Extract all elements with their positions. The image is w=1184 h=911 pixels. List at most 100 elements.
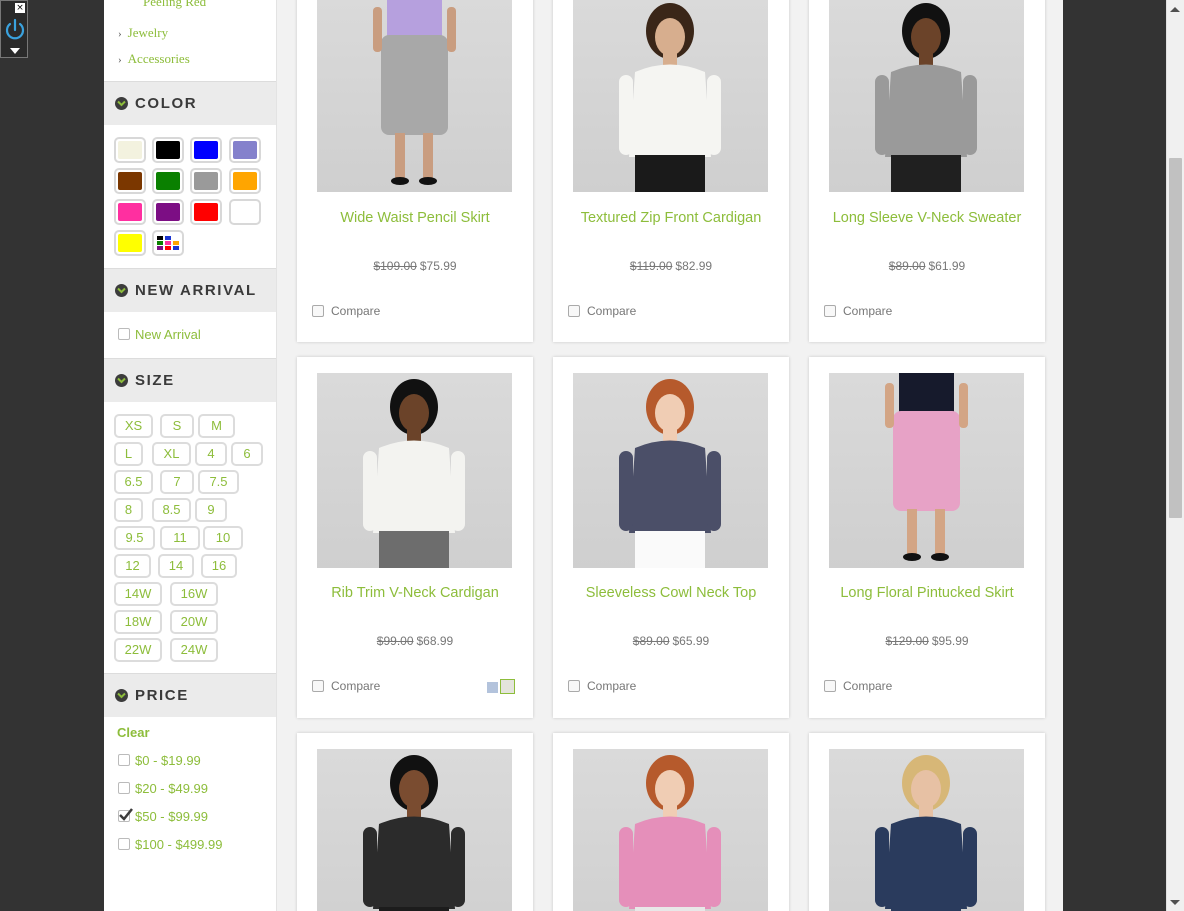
compare-label[interactable]: Compare bbox=[843, 304, 892, 318]
compare-checkbox[interactable] bbox=[312, 305, 324, 317]
color-swatch[interactable] bbox=[190, 137, 222, 163]
color-swatch[interactable] bbox=[229, 199, 261, 225]
product-name-link[interactable]: Long Floral Pintucked Skirt bbox=[809, 585, 1045, 601]
product-card[interactable]: Long Floral Pintucked Skirt $129.00 $95.99… bbox=[809, 357, 1045, 718]
price-checkbox[interactable] bbox=[118, 838, 130, 850]
color-swatch-multicolor[interactable] bbox=[152, 230, 184, 256]
product-color-swatch[interactable] bbox=[487, 682, 498, 693]
compare-checkbox[interactable] bbox=[568, 305, 580, 317]
product-card[interactable]: Long Sleeve V-Neck Sweater $89.00 $61.99 Co… bbox=[809, 0, 1045, 342]
product-name-link[interactable]: Wide Waist Pencil Skirt bbox=[297, 210, 533, 226]
product-card[interactable]: Sleeveless Cowl Neck Top $89.00 $65.99 Comp… bbox=[553, 357, 789, 718]
price-option-label[interactable]: $100 - $499.99 bbox=[135, 837, 222, 852]
product-image[interactable] bbox=[829, 373, 1024, 568]
product-image[interactable] bbox=[317, 749, 512, 911]
scroll-down-arrow-icon[interactable] bbox=[1170, 900, 1180, 905]
size-option-button[interactable]: 20W bbox=[170, 610, 218, 634]
color-swatch[interactable] bbox=[152, 199, 184, 225]
product-name-link[interactable]: Sleeveless Cowl Neck Top bbox=[553, 585, 789, 601]
category-link-cut[interactable]: Peeling Red bbox=[143, 0, 206, 10]
category-link-accessories[interactable]: › Accessories bbox=[118, 51, 190, 67]
color-swatch[interactable] bbox=[190, 168, 222, 194]
scrollbar-thumb[interactable] bbox=[1169, 158, 1182, 518]
size-option-button[interactable]: 18W bbox=[114, 610, 162, 634]
new-arrival-label[interactable]: New Arrival bbox=[135, 327, 201, 342]
price-filter-header[interactable]: PRICE bbox=[104, 673, 276, 717]
new-arrival-checkbox[interactable] bbox=[118, 328, 130, 340]
size-option-button[interactable]: L bbox=[114, 442, 143, 466]
price-checkbox[interactable] bbox=[118, 754, 130, 766]
chevron-down-icon[interactable] bbox=[10, 48, 20, 54]
compare-label[interactable]: Compare bbox=[587, 304, 636, 318]
product-image[interactable] bbox=[829, 749, 1024, 911]
color-swatch[interactable] bbox=[229, 137, 261, 163]
size-option-button[interactable]: XL bbox=[152, 442, 191, 466]
product-name-link[interactable]: Rib Trim V-Neck Cardigan bbox=[297, 585, 533, 601]
compare-label[interactable]: Compare bbox=[587, 679, 636, 693]
size-option-button[interactable]: 11 bbox=[160, 526, 200, 550]
color-swatch[interactable] bbox=[229, 168, 261, 194]
product-color-swatch[interactable] bbox=[500, 679, 515, 694]
scroll-up-arrow-icon[interactable] bbox=[1170, 7, 1180, 12]
price-clear-link[interactable]: Clear bbox=[117, 725, 150, 740]
price-option-label[interactable]: $50 - $99.99 bbox=[135, 809, 208, 824]
close-icon[interactable]: × bbox=[15, 3, 25, 13]
price-checkbox-checked[interactable] bbox=[118, 808, 133, 822]
color-swatch[interactable] bbox=[114, 199, 146, 225]
compare-label[interactable]: Compare bbox=[331, 679, 380, 693]
product-card[interactable]: Wide Waist Pencil Skirt $109.00 $75.99 Comp… bbox=[297, 0, 533, 342]
power-widget[interactable]: × bbox=[0, 0, 28, 58]
size-option-button[interactable]: 9.5 bbox=[114, 526, 155, 550]
size-option-button[interactable]: 22W bbox=[114, 638, 162, 662]
product-card[interactable] bbox=[297, 733, 533, 911]
color-swatch[interactable] bbox=[114, 137, 146, 163]
product-image[interactable] bbox=[573, 749, 768, 911]
size-option-button[interactable]: 24W bbox=[170, 638, 218, 662]
size-option-button[interactable]: 16 bbox=[201, 554, 237, 578]
category-link-jewelry[interactable]: › Jewelry bbox=[118, 25, 168, 41]
product-image[interactable] bbox=[829, 0, 1024, 192]
product-card[interactable] bbox=[809, 733, 1045, 911]
price-option-label[interactable]: $20 - $49.99 bbox=[135, 781, 208, 796]
color-swatch[interactable] bbox=[190, 199, 222, 225]
product-card[interactable]: Textured Zip Front Cardigan $119.00 $82.99… bbox=[553, 0, 789, 342]
color-filter-header[interactable]: COLOR bbox=[104, 81, 276, 125]
product-card[interactable] bbox=[553, 733, 789, 911]
color-swatch[interactable] bbox=[114, 230, 146, 256]
product-image[interactable] bbox=[573, 373, 768, 568]
size-option-button[interactable]: M bbox=[198, 414, 235, 438]
product-image[interactable] bbox=[317, 373, 512, 568]
product-image[interactable] bbox=[317, 0, 512, 192]
new-arrival-filter-header[interactable]: NEW ARRIVAL bbox=[104, 268, 276, 312]
power-icon[interactable] bbox=[3, 17, 27, 43]
size-option-button[interactable]: S bbox=[160, 414, 194, 438]
product-name-link[interactable]: Textured Zip Front Cardigan bbox=[553, 210, 789, 226]
compare-checkbox[interactable] bbox=[568, 680, 580, 692]
size-option-button[interactable]: 7 bbox=[160, 470, 194, 494]
product-card[interactable]: Rib Trim V-Neck Cardigan $99.00 $68.99 Comp… bbox=[297, 357, 533, 718]
price-option-label[interactable]: $0 - $19.99 bbox=[135, 753, 201, 768]
size-option-button[interactable]: 14 bbox=[158, 554, 194, 578]
size-option-button[interactable]: 14W bbox=[114, 582, 162, 606]
size-option-button[interactable]: 6 bbox=[231, 442, 263, 466]
size-filter-header[interactable]: SIZE bbox=[104, 358, 276, 402]
size-option-button[interactable]: 8 bbox=[114, 498, 143, 522]
color-swatch[interactable] bbox=[114, 168, 146, 194]
size-option-button[interactable]: 9 bbox=[195, 498, 227, 522]
size-option-button[interactable]: 8.5 bbox=[152, 498, 191, 522]
size-option-button[interactable]: 6.5 bbox=[114, 470, 153, 494]
compare-label[interactable]: Compare bbox=[843, 679, 892, 693]
compare-checkbox[interactable] bbox=[312, 680, 324, 692]
price-checkbox[interactable] bbox=[118, 782, 130, 794]
compare-label[interactable]: Compare bbox=[331, 304, 380, 318]
color-swatch[interactable] bbox=[152, 168, 184, 194]
color-swatch[interactable] bbox=[152, 137, 184, 163]
size-option-button[interactable]: 10 bbox=[203, 526, 243, 550]
size-option-button[interactable]: 16W bbox=[170, 582, 218, 606]
size-option-button[interactable]: 4 bbox=[195, 442, 227, 466]
size-option-button[interactable]: XS bbox=[114, 414, 153, 438]
size-option-button[interactable]: 7.5 bbox=[198, 470, 239, 494]
product-image[interactable] bbox=[573, 0, 768, 192]
product-name-link[interactable]: Long Sleeve V-Neck Sweater bbox=[809, 210, 1045, 226]
compare-checkbox[interactable] bbox=[824, 680, 836, 692]
